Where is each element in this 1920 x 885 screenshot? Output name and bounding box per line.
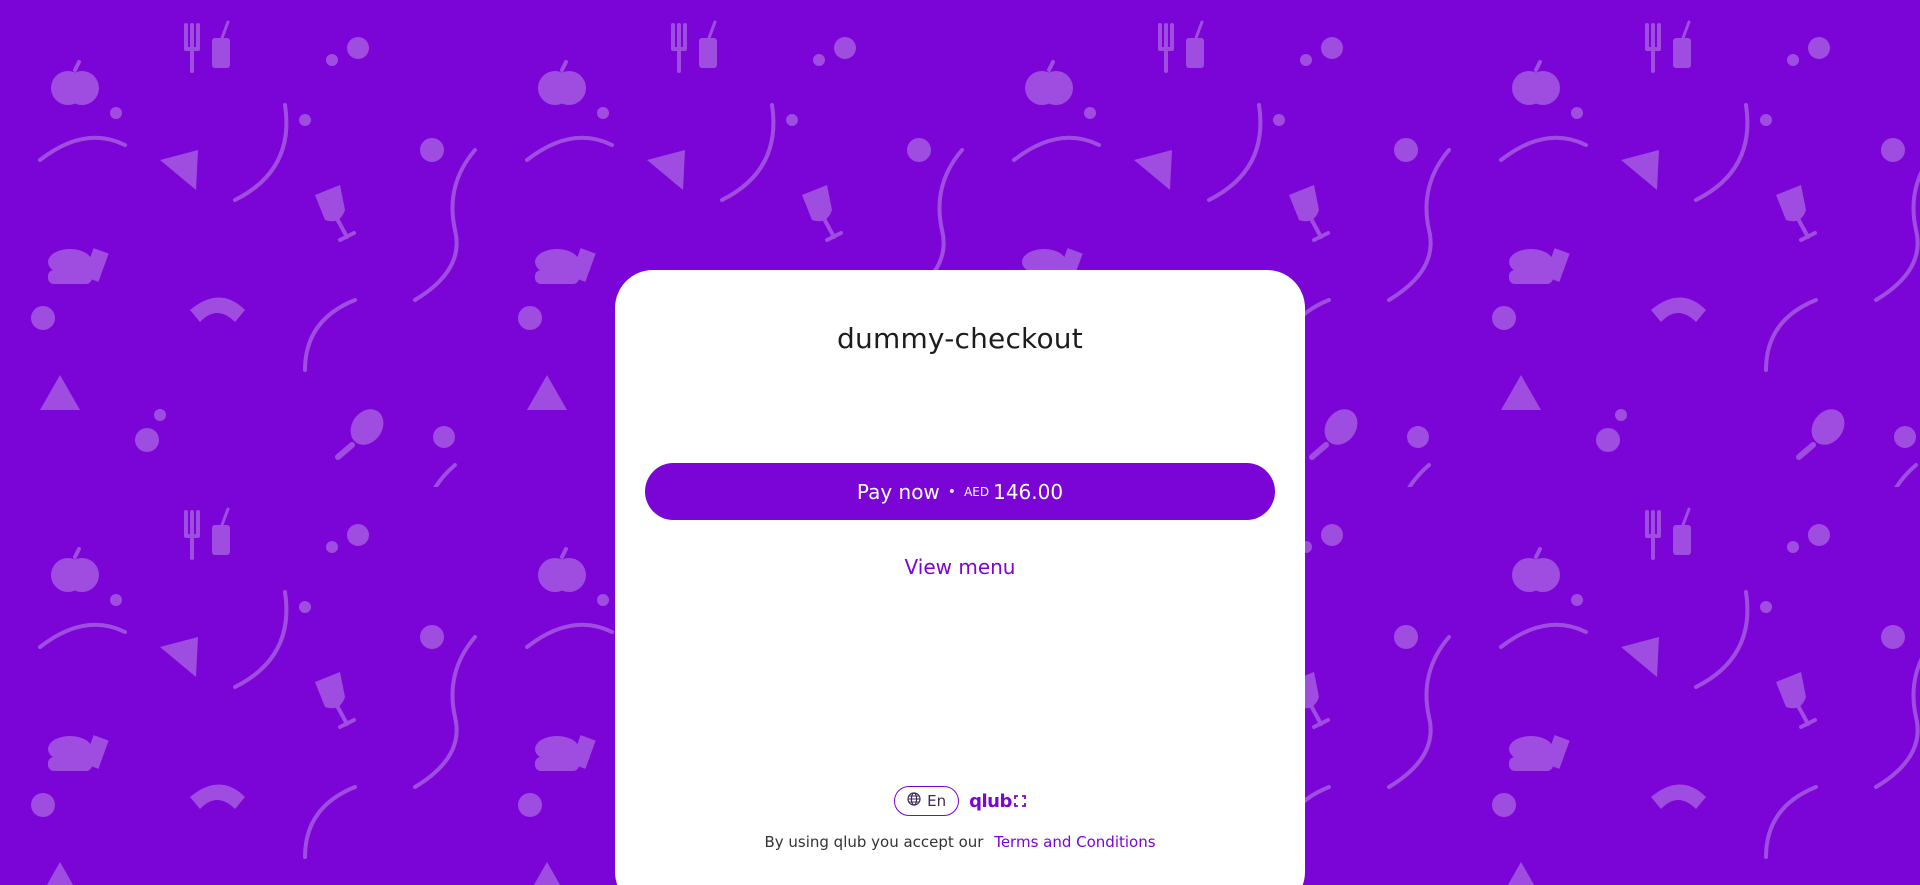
pay-now-label: Pay now bbox=[856, 479, 940, 504]
logo-text: qlub bbox=[969, 790, 1012, 812]
terms-notice: By using qlub you accept our Terms and C… bbox=[615, 833, 1305, 851]
pay-now-button[interactable]: Pay now • AED 146.00 bbox=[645, 463, 1275, 520]
pay-amount: 146.00 bbox=[993, 479, 1064, 504]
qlub-logo: qlub bbox=[969, 791, 1026, 812]
pay-separator: • bbox=[947, 483, 957, 500]
footer-controls: En qlub bbox=[615, 786, 1305, 816]
language-selector[interactable]: En bbox=[894, 786, 960, 816]
pay-currency: AED bbox=[964, 484, 990, 499]
checkout-card: dummy-checkout Pay now • AED 146.00 View… bbox=[615, 270, 1305, 885]
globe-icon bbox=[907, 792, 921, 810]
terms-link[interactable]: Terms and Conditions bbox=[994, 833, 1155, 851]
terms-prefix: By using qlub you accept our bbox=[764, 833, 984, 851]
view-menu-link[interactable]: View menu bbox=[615, 555, 1305, 579]
restaurant-title: dummy-checkout bbox=[837, 322, 1083, 355]
language-label: En bbox=[927, 792, 947, 810]
logo-mark-icon bbox=[1013, 795, 1026, 807]
